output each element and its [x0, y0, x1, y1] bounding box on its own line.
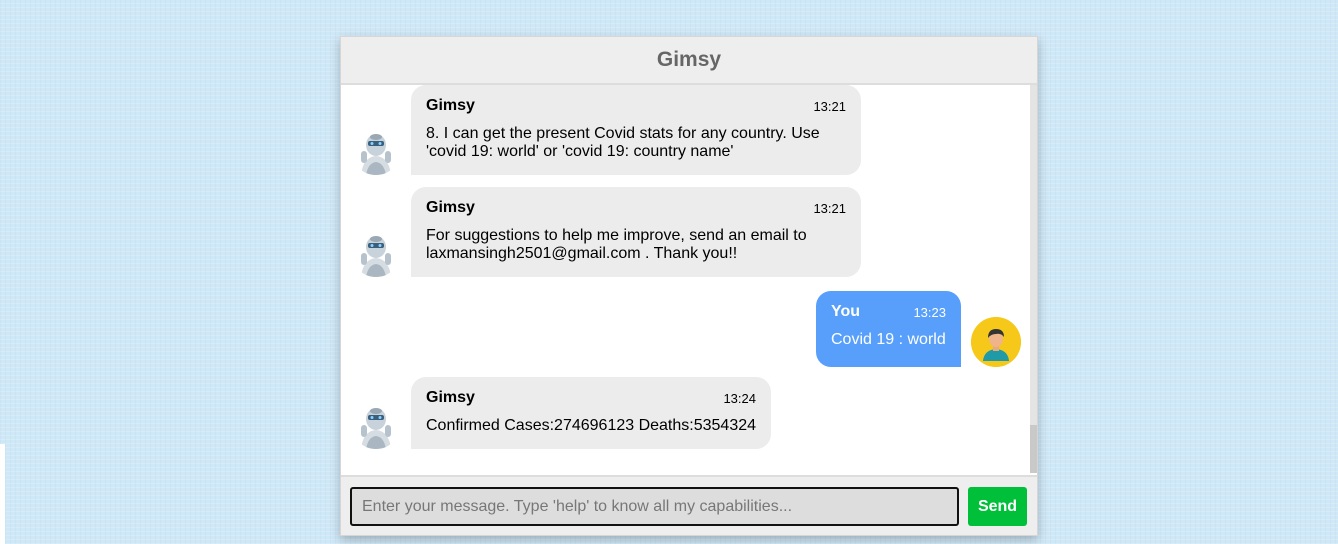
message-list[interactable]: Gimsy 13:21 8. I can get the present Cov…	[341, 85, 1029, 473]
message-scrollbar[interactable]	[1030, 85, 1037, 473]
message-text: 8. I can get the present Covid stats for…	[426, 125, 820, 160]
chat-title: Gimsy	[656, 48, 722, 71]
robot-icon	[351, 125, 401, 175]
message-bubble: Gimsy 13:21 8. I can get the present Cov…	[411, 85, 861, 175]
page-edge	[0, 444, 5, 544]
message-input[interactable]	[350, 487, 959, 526]
message-bot: Gimsy 13:21 For suggestions to help me i…	[351, 187, 861, 277]
chat-header: Gimsy	[341, 37, 1037, 85]
message-text: Confirmed Cases:274696123 Deaths:5354324	[426, 417, 757, 434]
message-bubble: You 13:23 Covid 19 : world	[816, 291, 961, 367]
message-sender: Gimsy	[426, 97, 475, 114]
message-text: Covid 19 : world	[831, 331, 946, 348]
message-time: 13:21	[813, 98, 846, 114]
message-sender: Gimsy	[426, 389, 475, 406]
message-user: You 13:23 Covid 19 : world	[816, 291, 1021, 367]
message-bot: Gimsy 13:24 Confirmed Cases:274696123 De…	[351, 377, 771, 449]
user-icon	[971, 317, 1021, 367]
message-bubble: Gimsy 13:24 Confirmed Cases:274696123 De…	[411, 377, 771, 449]
message-sender: Gimsy	[426, 199, 475, 216]
robot-icon	[351, 399, 401, 449]
message-bubble: Gimsy 13:21 For suggestions to help me i…	[411, 187, 861, 277]
message-time: 13:24	[723, 390, 756, 406]
chat-window: Gimsy Gimsy 13:21 8. I can get the prese…	[340, 36, 1038, 536]
message-time: 13:23	[913, 304, 946, 320]
send-button[interactable]: Send	[968, 487, 1027, 526]
robot-icon	[351, 227, 401, 277]
message-text: For suggestions to help me improve, send…	[426, 227, 807, 262]
message-bot: Gimsy 13:21 8. I can get the present Cov…	[351, 85, 861, 175]
message-sender: You	[831, 303, 861, 320]
composer: Send	[341, 475, 1037, 535]
scrollbar-thumb[interactable]	[1030, 425, 1037, 473]
message-time: 13:21	[813, 200, 846, 216]
scrollbar-track[interactable]	[1030, 85, 1037, 425]
